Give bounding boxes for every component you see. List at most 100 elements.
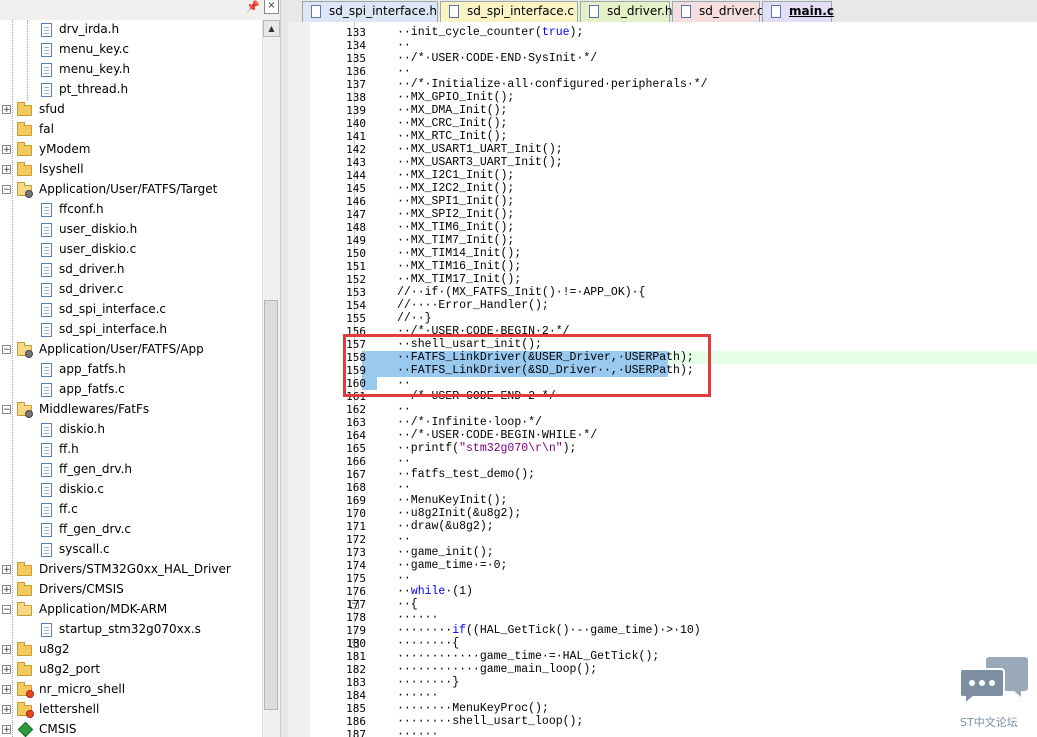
code-line[interactable]: 171 ··draw(&u8g2); [310, 520, 632, 533]
expand-icon[interactable]: + [2, 645, 11, 655]
code-line[interactable]: 148 ··MX_TIM6_Init(); [310, 221, 632, 234]
collapse-icon[interactable]: − [2, 405, 11, 415]
tree-file-item[interactable]: ff.c [0, 500, 262, 520]
tree-folder-item[interactable]: − Application/User/FATFS/App [0, 340, 262, 360]
tree-folder-item[interactable]: fal [0, 120, 262, 140]
code-line[interactable]: 142 ··MX_USART1_UART_Init(); [310, 143, 632, 156]
pane-splitter[interactable] [280, 0, 288, 737]
code-line[interactable]: 141 ··MX_RTC_Init(); [310, 130, 632, 143]
code-line[interactable]: 162 ·· [310, 403, 632, 416]
collapse-icon[interactable]: − [2, 185, 11, 195]
code-line[interactable]: 181 ············game_time·=·HAL_GetTick()… [310, 650, 659, 663]
tree-file-item[interactable]: pt_thread.h [0, 80, 262, 100]
scrollbar-thumb[interactable] [264, 300, 278, 710]
code-line[interactable]: 180 ········{ [310, 637, 632, 650]
tree-folder-item[interactable]: + yModem [0, 140, 262, 160]
code-line[interactable]: 163 ··/*·Infinite·loop·*/ [310, 416, 632, 429]
tree-folder-item[interactable]: − Application/User/FATFS/Target [0, 180, 262, 200]
code-line[interactable]: 143 ··MX_USART3_UART_Init(); [310, 156, 632, 169]
tree-folder-item[interactable]: + Drivers/STM32G0xx_HAL_Driver [0, 560, 262, 580]
code-line[interactable]: 151 ··MX_TIM16_Init(); [310, 260, 632, 273]
tree-file-item[interactable]: sd_driver.h [0, 260, 262, 280]
code-line[interactable]: 174 ··game_time·=·0; [310, 559, 632, 572]
code-line[interactable]: 149 ··MX_TIM7_Init(); [310, 234, 632, 247]
code-line[interactable]: 182 ············game_main_loop(); [310, 663, 632, 676]
code-line[interactable]: 140 ··MX_CRC_Init(); [310, 117, 632, 130]
tree-folder-item[interactable]: + sfud [0, 100, 262, 120]
code-line[interactable]: 175 ·· [310, 572, 632, 585]
code-line[interactable]: 134 ·· [310, 39, 632, 52]
code-line[interactable]: 176 ··while·(1) [310, 585, 632, 598]
tree-file-item[interactable]: user_diskio.c [0, 240, 262, 260]
expand-icon[interactable]: + [2, 585, 11, 595]
code-line[interactable]: 146 ··MX_SPI1_Init(); [310, 195, 632, 208]
close-icon[interactable]: × [264, 0, 279, 14]
code-line[interactable]: 139 ··MX_DMA_Init(); [310, 104, 632, 117]
code-line[interactable]: 167 ··fatfs_test_demo(); [310, 468, 632, 481]
code-line[interactable]: 183 ········} [310, 676, 632, 689]
expand-icon[interactable]: + [2, 685, 11, 695]
tree-folder-item[interactable]: + CMSIS [0, 720, 262, 737]
collapse-icon[interactable]: − [2, 605, 11, 615]
code-line[interactable]: 155 //··} [310, 312, 632, 325]
code-line[interactable]: 164 ··/*·USER·CODE·BEGIN·WHILE·*/ [310, 429, 632, 442]
code-line[interactable]: 137 ··/*·Initialize·all·configured·periph… [310, 78, 707, 91]
code-line[interactable]: 165 ··printf("stm32g070\r\n"); [310, 442, 632, 455]
code-line[interactable]: 166 ·· [310, 455, 632, 468]
code-line[interactable]: 170 ··u8g2Init(&u8g2); [310, 507, 632, 520]
expand-icon[interactable]: + [2, 565, 11, 575]
expand-icon[interactable]: + [2, 145, 11, 155]
tree-file-item[interactable]: sd_spi_interface.h [0, 320, 262, 340]
collapse-icon[interactable]: − [2, 345, 11, 355]
code-line[interactable]: 144 ··MX_I2C1_Init(); [310, 169, 632, 182]
code-line[interactable]: 184 ······ [310, 689, 632, 702]
code-line[interactable]: 152 ··MX_TIM17_Init(); [310, 273, 632, 286]
tree-file-item[interactable]: user_diskio.h [0, 220, 262, 240]
code-line[interactable]: 147 ··MX_SPI2_Init(); [310, 208, 632, 221]
editor-tab[interactable]: sd_spi_interface.c [440, 1, 578, 22]
code-line[interactable]: 179 ········if((HAL_GetTick()·-·game_time… [310, 624, 701, 637]
tree-scrollbar[interactable]: ▲ [262, 20, 280, 737]
tree-file-item[interactable]: diskio.h [0, 420, 262, 440]
code-line[interactable]: 169 ··MenuKeyInit(); [310, 494, 632, 507]
tree-file-item[interactable]: menu_key.c [0, 40, 262, 60]
tree-file-item[interactable]: app_fatfs.h [0, 360, 262, 380]
code-line[interactable]: 173 ··game_init(); [310, 546, 632, 559]
code-line[interactable]: 187 ······ [310, 728, 632, 737]
tree-folder-item[interactable]: − Application/MDK-ARM [0, 600, 262, 620]
tree-folder-item[interactable]: + u8g2_port [0, 660, 262, 680]
tree-file-item[interactable]: drv_irda.h [0, 20, 262, 40]
code-line[interactable]: 154 //····Error_Handler(); [310, 299, 632, 312]
code-line[interactable]: 136 ·· [310, 65, 632, 78]
code-line[interactable]: 185 ········MenuKeyProc(); [310, 702, 632, 715]
tree-file-item[interactable]: ffconf.h [0, 200, 262, 220]
code-line[interactable]: 145 ··MX_I2C2_Init(); [310, 182, 632, 195]
editor-tab[interactable]: main.c [762, 1, 834, 22]
expand-icon[interactable]: + [2, 165, 11, 175]
code-line[interactable]: 172 ·· [310, 533, 632, 546]
tree-folder-item[interactable]: + Drivers/CMSIS [0, 580, 262, 600]
code-line[interactable]: 168 ·· [310, 481, 632, 494]
tree-file-item[interactable]: app_fatfs.c [0, 380, 262, 400]
tree-file-item[interactable]: startup_stm32g070xx.s [0, 620, 262, 640]
code-line[interactable]: 178 ······ [310, 611, 632, 624]
expand-icon[interactable]: + [2, 105, 11, 115]
tree-file-item[interactable]: diskio.c [0, 480, 262, 500]
tree-folder-item[interactable]: − Middlewares/FatFs [0, 400, 262, 420]
tree-folder-item[interactable]: + u8g2 [0, 640, 262, 660]
tree-folder-item[interactable]: + lsyshell [0, 160, 262, 180]
tree-file-item[interactable]: syscall.c [0, 540, 262, 560]
tree-folder-item[interactable]: + nr_micro_shell [0, 680, 262, 700]
tree-file-item[interactable]: sd_driver.c [0, 280, 262, 300]
expand-icon[interactable]: + [2, 705, 11, 715]
tree-file-item[interactable]: ff_gen_drv.h [0, 460, 262, 480]
code-line[interactable]: 138 ··MX_GPIO_Init(); [310, 91, 632, 104]
code-line[interactable]: 186 ········shell_usart_loop(); [310, 715, 632, 728]
tree-file-item[interactable]: ff_gen_drv.c [0, 520, 262, 540]
tree-file-item[interactable]: menu_key.h [0, 60, 262, 80]
pin-icon[interactable]: 📌 [246, 0, 260, 13]
tree-folder-item[interactable]: + lettershell [0, 700, 262, 720]
tree-file-item[interactable]: ff.h [0, 440, 262, 460]
expand-icon[interactable]: + [2, 725, 11, 735]
scroll-up-icon[interactable]: ▲ [263, 20, 280, 37]
